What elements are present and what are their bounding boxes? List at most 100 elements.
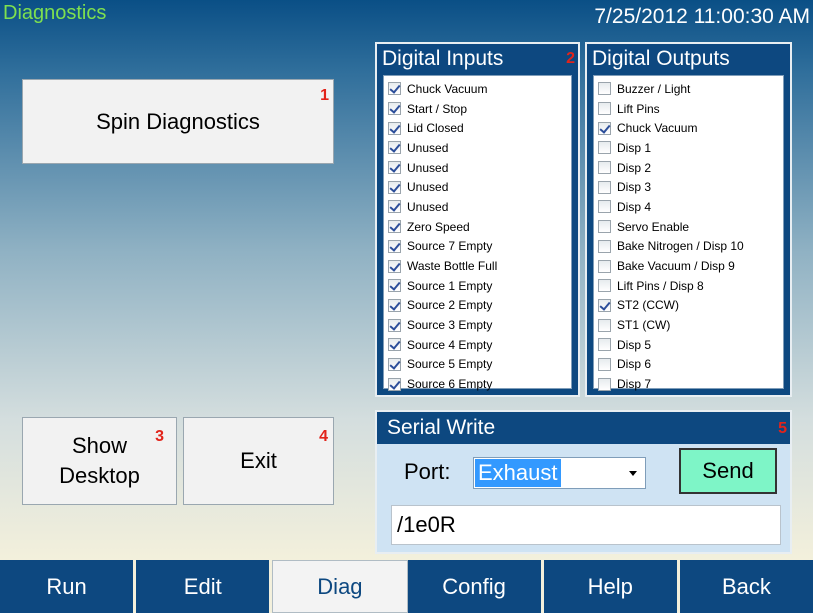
port-select[interactable]: Exhaust [473, 457, 646, 489]
checkbox[interactable] [598, 259, 611, 273]
checkbox[interactable] [388, 82, 401, 96]
tab-back[interactable]: Back [679, 560, 813, 613]
checkbox[interactable] [598, 357, 611, 371]
digital-input-checkbox-row[interactable]: Unused [388, 138, 571, 158]
checkbox-label: Unused [407, 160, 449, 175]
checkbox[interactable] [598, 180, 611, 194]
digital-input-checkbox-row[interactable]: Source 1 Empty [388, 276, 571, 296]
port-label: Port: [404, 459, 451, 484]
tab-config[interactable]: Config [407, 560, 544, 613]
digital-output-checkbox-row[interactable]: Disp 1 [598, 138, 783, 158]
checkbox-label: Lid Closed [407, 121, 464, 136]
checkbox[interactable] [598, 200, 611, 214]
checkbox[interactable] [388, 200, 401, 214]
checkbox[interactable] [598, 220, 611, 234]
checkbox-label: Disp 4 [617, 199, 652, 214]
checkbox[interactable] [598, 141, 611, 155]
digital-input-checkbox-row[interactable]: Start / Stop [388, 99, 571, 119]
show-desktop-button[interactable]: Show Desktop 3 [22, 417, 177, 505]
checkbox[interactable] [388, 239, 401, 253]
checkbox-label: Disp 2 [617, 160, 652, 175]
digital-input-checkbox-row[interactable]: Zero Speed [388, 217, 571, 237]
tab-run[interactable]: Run [0, 560, 137, 613]
digital-output-checkbox-row[interactable]: Lift Pins [598, 99, 783, 119]
digital-output-checkbox-row[interactable]: Lift Pins / Disp 8 [598, 276, 783, 296]
datetime-display: 7/25/2012 11:00:30 AM [594, 5, 810, 28]
checkbox[interactable] [388, 338, 401, 352]
digital-output-checkbox-row[interactable]: ST2 (CCW) [598, 296, 783, 316]
checkbox[interactable] [388, 298, 401, 312]
digital-input-checkbox-row[interactable]: Lid Closed [388, 118, 571, 138]
digital-input-checkbox-row[interactable]: Unused [388, 158, 571, 178]
checkbox-label: Lift Pins [617, 101, 660, 116]
digital-output-checkbox-row[interactable]: Buzzer / Light [598, 79, 783, 99]
digital-output-checkbox-row[interactable]: Disp 5 [598, 335, 783, 355]
digital-input-checkbox-row[interactable]: Unused [388, 177, 571, 197]
digital-input-checkbox-row[interactable]: Chuck Vacuum [388, 79, 571, 99]
checkbox[interactable] [598, 318, 611, 332]
tab-edit[interactable]: Edit [136, 560, 273, 613]
checkbox[interactable] [598, 121, 611, 135]
checkbox-label: Source 3 Empty [407, 318, 493, 333]
callout-badge: 3 [155, 428, 164, 445]
checkbox[interactable] [388, 141, 401, 155]
digital-input-checkbox-row[interactable]: Waste Bottle Full [388, 256, 571, 276]
digital-input-checkbox-row[interactable]: Source 6 Empty [388, 374, 571, 394]
callout-badge: 4 [319, 428, 328, 445]
digital-output-checkbox-row[interactable]: Bake Vacuum / Disp 9 [598, 256, 783, 276]
digital-output-checkbox-row[interactable]: Disp 6 [598, 355, 783, 375]
callout-badge: 2 [566, 50, 575, 67]
digital-input-checkbox-row[interactable]: Source 3 Empty [388, 315, 571, 335]
checkbox-label: Disp 6 [617, 357, 652, 372]
checkbox[interactable] [598, 161, 611, 175]
serial-command-input[interactable]: /1e0R [391, 505, 781, 545]
checkbox[interactable] [388, 318, 401, 332]
checkbox-label: Unused [407, 140, 449, 155]
checkbox-label: Servo Enable [617, 219, 690, 234]
digital-output-checkbox-row[interactable]: Disp 7 [598, 374, 783, 394]
checkbox[interactable] [598, 279, 611, 293]
checkbox[interactable] [388, 220, 401, 234]
checkbox[interactable] [388, 279, 401, 293]
digital-inputs-list: Chuck Vacuum Start / Stop Lid Closed Unused… [383, 75, 572, 391]
checkbox-label: Source 6 Empty [407, 377, 493, 392]
digital-output-checkbox-row[interactable]: Disp 3 [598, 177, 783, 197]
digital-output-checkbox-row[interactable]: ST1 (CW) [598, 315, 783, 335]
digital-output-checkbox-row[interactable]: Disp 2 [598, 158, 783, 178]
checkbox[interactable] [598, 298, 611, 312]
digital-input-checkbox-row[interactable]: Source 2 Empty [388, 296, 571, 316]
serial-write-title-text: Serial Write [387, 416, 496, 439]
checkbox[interactable] [388, 259, 401, 273]
tab-diag[interactable]: Diag [272, 560, 408, 613]
digital-outputs-title: Digital Outputs [587, 44, 790, 74]
send-button[interactable]: Send [679, 448, 777, 494]
digital-output-checkbox-row[interactable]: Bake Nitrogen / Disp 10 [598, 237, 783, 257]
digital-input-checkbox-row[interactable]: Source 5 Empty [388, 355, 571, 375]
checkbox[interactable] [598, 82, 611, 96]
tab-help[interactable]: Help [543, 560, 680, 613]
checkbox[interactable] [388, 377, 401, 391]
digital-outputs-panel: Digital Outputs Buzzer / Light Lift Pins C… [585, 42, 792, 397]
checkbox[interactable] [598, 102, 611, 116]
digital-inputs-panel: Digital Inputs 2 Chuck Vacuum Start / Sto… [375, 42, 580, 397]
checkbox[interactable] [598, 377, 611, 391]
checkbox[interactable] [598, 239, 611, 253]
digital-outputs-title-text: Digital Outputs [592, 47, 730, 70]
exit-button[interactable]: Exit 4 [183, 417, 334, 505]
digital-output-checkbox-row[interactable]: Chuck Vacuum [598, 118, 783, 138]
digital-inputs-title-text: Digital Inputs [382, 47, 504, 70]
digital-output-checkbox-row[interactable]: Disp 4 [598, 197, 783, 217]
checkbox[interactable] [388, 161, 401, 175]
digital-input-checkbox-row[interactable]: Unused [388, 197, 571, 217]
digital-output-checkbox-row[interactable]: Servo Enable [598, 217, 783, 237]
checkbox[interactable] [388, 121, 401, 135]
checkbox[interactable] [388, 357, 401, 371]
spin-diagnostics-button[interactable]: Spin Diagnostics 1 [22, 79, 334, 164]
checkbox[interactable] [598, 338, 611, 352]
digital-input-checkbox-row[interactable]: Source 7 Empty [388, 237, 571, 257]
checkbox[interactable] [388, 102, 401, 116]
chevron-down-icon[interactable] [629, 471, 637, 476]
digital-input-checkbox-row[interactable]: Source 4 Empty [388, 335, 571, 355]
digital-inputs-title: Digital Inputs 2 [377, 44, 578, 74]
checkbox[interactable] [388, 180, 401, 194]
